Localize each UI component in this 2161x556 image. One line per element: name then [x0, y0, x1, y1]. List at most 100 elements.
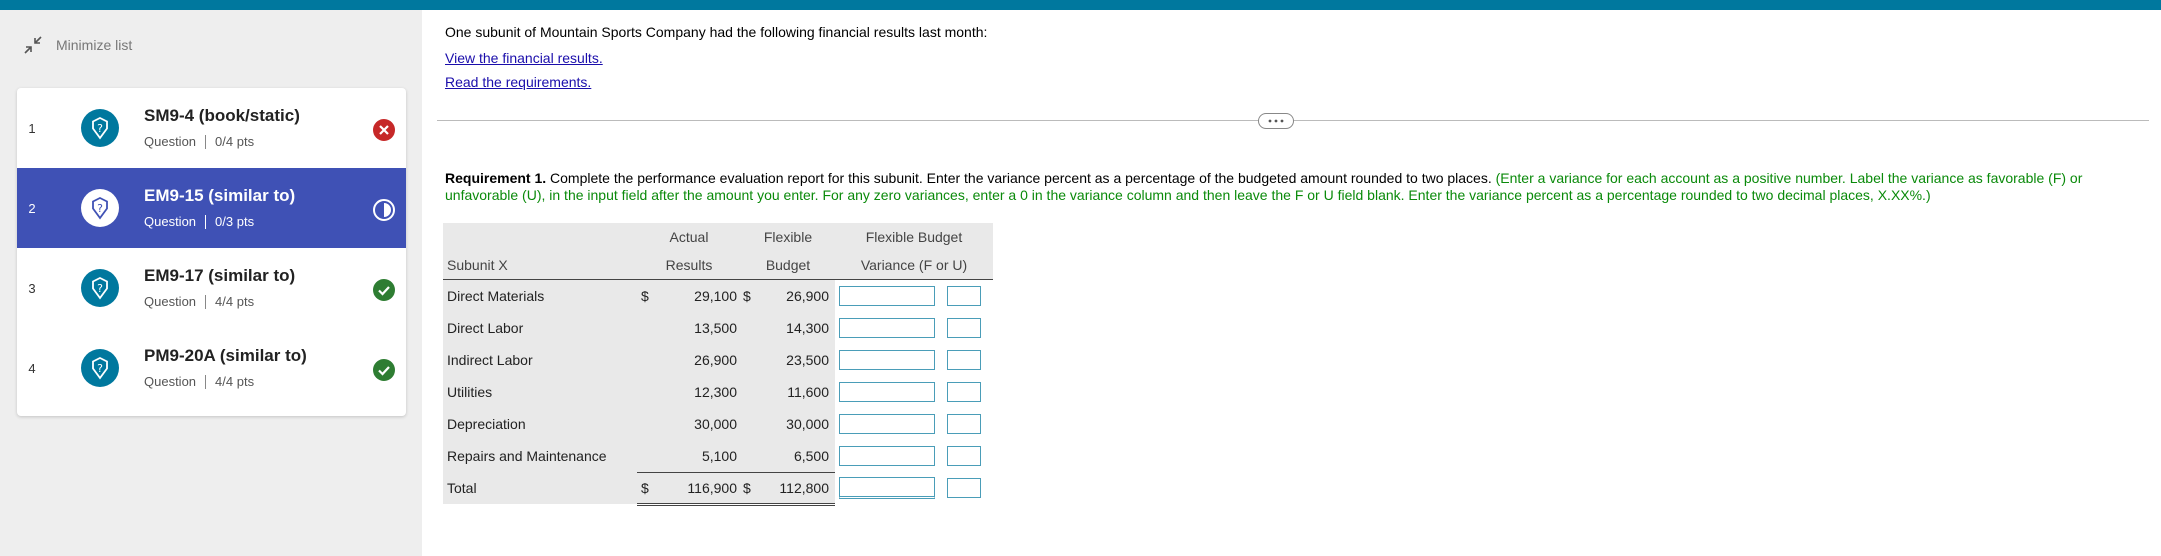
partial-credit-icon [372, 198, 396, 222]
col-header-variance: Flexible Budget [835, 223, 993, 251]
budget-value: 11,600 [763, 376, 835, 408]
actual-value: 12,300 [661, 376, 741, 408]
dollar-sign [741, 408, 763, 440]
svg-text:?: ? [97, 362, 103, 375]
question-title: EM9-15 (similar to) [144, 186, 296, 205]
top-bar [0, 0, 2161, 10]
question-points: 4/4 pts [215, 294, 255, 309]
dollar-sign [741, 376, 763, 408]
question-meta: Question 0/3 pts [144, 214, 254, 229]
col-header-actual: Actual [637, 223, 741, 251]
header-row-2: Subunit X Results Budget Variance (F or … [443, 251, 993, 280]
question-type-icon: ? [81, 109, 119, 147]
actual-value: 26,900 [661, 344, 741, 376]
question-meta: Question 0/4 pts [144, 134, 254, 149]
row-label: Indirect Labor [443, 344, 637, 376]
view-financial-results-link[interactable]: View the financial results. [445, 50, 603, 66]
dollar-sign [741, 344, 763, 376]
question-number: 3 [28, 280, 36, 296]
dollar-sign [637, 376, 661, 408]
total-row: Total $ 116,900 $ 112,800 [443, 471, 993, 506]
dollar-sign: $ [637, 279, 661, 312]
question-type: Question [144, 134, 197, 149]
row-label: Utilities [443, 376, 637, 408]
svg-text:?: ? [97, 282, 103, 295]
dollar-sign: $ [741, 471, 763, 506]
question-points: 0/3 pts [215, 214, 255, 229]
minimize-list-button[interactable]: Minimize list [20, 30, 132, 60]
f-or-u-input[interactable] [947, 318, 981, 338]
question-item-2[interactable]: 2 ? EM9-15 (similar to) Question 0/3 pts [17, 168, 406, 248]
col-header-results: Results [637, 251, 741, 280]
col-header-budget: Budget [741, 251, 835, 280]
question-title: SM9-4 (book/static) [144, 106, 300, 125]
col-header-subunit: Subunit X [443, 251, 637, 280]
question-item-3[interactable]: 3 ? EM9-17 (similar to) Question 4/4 pts [17, 248, 406, 328]
total-budget: 112,800 [763, 471, 835, 506]
header-row-1: Actual Flexible Flexible Budget [443, 223, 993, 251]
table-row: Direct Labor 13,500 14,300 [443, 312, 993, 344]
question-number: 1 [28, 120, 36, 136]
question-intro: One subunit of Mountain Sports Company h… [445, 24, 988, 40]
meta-separator [205, 214, 207, 229]
meta-separator [205, 134, 207, 149]
total-label: Total [443, 472, 637, 504]
f-or-u-input[interactable] [947, 446, 981, 466]
budget-value: 14,300 [763, 312, 835, 344]
actual-value: 30,000 [661, 408, 741, 440]
total-f-or-u-input[interactable] [947, 478, 981, 498]
budget-value: 23,500 [763, 344, 835, 376]
question-meta: Question 4/4 pts [144, 294, 254, 309]
row-label: Direct Labor [443, 312, 637, 344]
total-variance-input[interactable] [839, 477, 935, 499]
incorrect-icon [372, 118, 396, 142]
question-list-sidebar: Minimize list 1 ? SM9-4 (book/static) Qu… [0, 10, 422, 556]
f-or-u-input[interactable] [947, 286, 981, 306]
meta-separator [205, 294, 207, 309]
total-actual: 116,900 [661, 471, 741, 506]
question-item-4[interactable]: 4 ? PM9-20A (similar to) Question 4/4 pt… [17, 328, 406, 408]
requirement-instruction: Complete the performance evaluation repo… [546, 170, 1496, 186]
f-or-u-input[interactable] [947, 382, 981, 402]
f-or-u-input[interactable] [947, 350, 981, 370]
question-title: EM9-17 (similar to) [144, 266, 296, 285]
actual-value: 29,100 [661, 279, 741, 312]
performance-report-table: Actual Flexible Flexible Budget Subunit … [443, 223, 993, 506]
read-requirements-link[interactable]: Read the requirements. [445, 74, 591, 90]
minimize-arrows-icon [20, 32, 46, 58]
question-type: Question [144, 294, 197, 309]
question-type: Question [144, 374, 197, 389]
variance-input[interactable] [839, 318, 935, 338]
question-number: 4 [28, 360, 36, 376]
svg-text:?: ? [97, 122, 103, 135]
row-label: Direct Materials [443, 279, 637, 312]
variance-input[interactable] [839, 382, 935, 402]
variance-input[interactable] [839, 286, 935, 306]
budget-value: 6,500 [763, 440, 835, 473]
question-points: 0/4 pts [215, 134, 255, 149]
row-label: Repairs and Maintenance [443, 440, 637, 472]
budget-value: 30,000 [763, 408, 835, 440]
question-type-icon: ? [81, 189, 119, 227]
dollar-sign [637, 408, 661, 440]
question-type: Question [144, 214, 197, 229]
question-item-1[interactable]: 1 ? SM9-4 (book/static) Question 0/4 pts [17, 88, 406, 168]
question-type-icon: ? [81, 349, 119, 387]
actual-value: 5,100 [661, 440, 741, 473]
question-list: 1 ? SM9-4 (book/static) Question 0/4 pts… [17, 88, 406, 416]
variance-input[interactable] [839, 414, 935, 434]
f-or-u-input[interactable] [947, 414, 981, 434]
col-header-variance-fu: Variance (F or U) [835, 251, 993, 280]
variance-input[interactable] [839, 350, 935, 370]
svg-text:?: ? [97, 202, 103, 215]
table-row: Depreciation 30,000 30,000 [443, 408, 993, 440]
variance-input[interactable] [839, 446, 935, 466]
dollar-sign [637, 312, 661, 344]
meta-separator [205, 374, 207, 389]
expand-more-button[interactable] [1258, 113, 1294, 129]
dollar-sign: $ [741, 279, 763, 312]
question-title: PM9-20A (similar to) [144, 346, 307, 365]
col-header-flexible: Flexible [741, 223, 835, 251]
table-row: Utilities 12,300 11,600 [443, 376, 993, 408]
question-meta: Question 4/4 pts [144, 374, 254, 389]
